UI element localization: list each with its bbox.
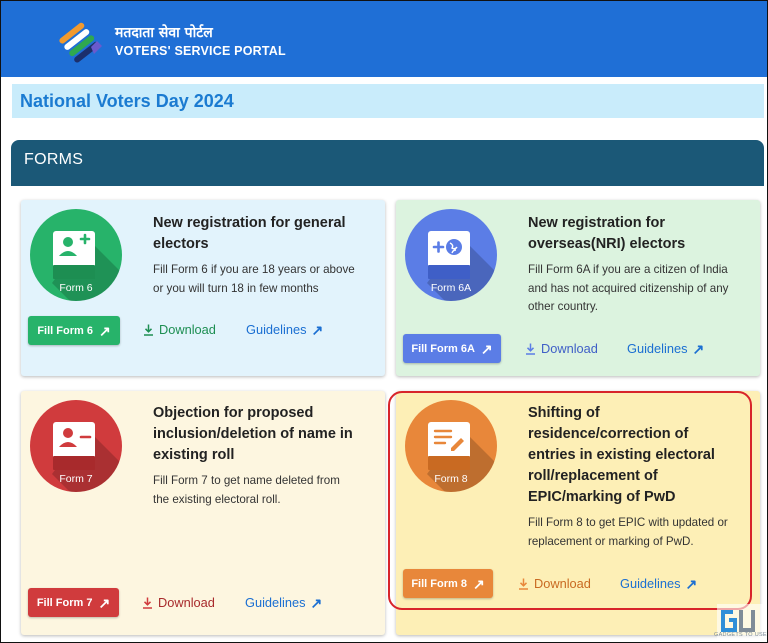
form-7-badge: Form 7 (30, 400, 122, 492)
fill-form-6-label: Fill Form 6 (37, 324, 93, 337)
form-6-badge-label: Form 6 (59, 282, 93, 294)
form-6-desc-line: or you will turn 18 in few months (153, 281, 319, 295)
guidelines-form-6-link[interactable]: Guidelines ↗ (246, 322, 323, 337)
form-6a-desc-line: other country. (528, 300, 599, 313)
announcement-banner: National Voters Day 2024 (12, 84, 764, 118)
form-card-6a: Form 6A New registration for overseas(NR… (396, 200, 760, 376)
brand-english: VOTERS' SERVICE PORTAL (115, 44, 286, 58)
form-7-title: Objection for proposed inclusion/deletio… (153, 403, 353, 466)
download-icon (526, 343, 535, 355)
form-6a-desc-line: Fill Form 6A if you are a citizen of Ind… (528, 263, 728, 276)
arrow-up-right-icon: ↗ (692, 340, 705, 357)
arrow-up-right-icon: ↗ (310, 594, 323, 611)
download-label: Download (159, 322, 216, 337)
guidelines-label: Guidelines (627, 341, 688, 356)
forms-section-title: FORMS (24, 151, 84, 168)
highlight-annotation (388, 391, 752, 610)
form-6a-desc-line: and has not acquired citizenship of any (528, 281, 729, 295)
arrow-up-right-icon: ↗ (311, 321, 324, 338)
download-label: Download (541, 341, 598, 356)
arrow-up-right-icon: ↗ (480, 340, 493, 357)
download-icon (144, 324, 153, 336)
download-form-6a-link[interactable]: Download (525, 341, 598, 356)
form-7-desc-line: the existing electoral roll. (153, 492, 281, 506)
form-6a-title-line: New registration for (528, 215, 665, 231)
form-card-6: Form 6 New registration for general elec… (21, 200, 385, 376)
form-6-title-line: electors (153, 236, 209, 252)
form-7-badge-label: Form 7 (59, 473, 93, 485)
form-7-title-line: existing roll (153, 447, 235, 463)
fill-form-7-button[interactable]: Fill Form 7 ↗ (28, 588, 119, 617)
form-7-title-line: Objection for proposed (153, 405, 314, 421)
fill-form-6a-label: Fill Form 6A (411, 342, 475, 355)
brand-hindi: मतदाता सेवा पोर्टल (115, 25, 213, 41)
form-6a-badge-label: Form 6A (430, 282, 472, 294)
download-label: Download (158, 595, 215, 610)
ballot-logo-icon[interactable] (57, 17, 105, 63)
watermark-text: GADGETS TO USE (714, 632, 767, 638)
form-7-description: Fill Form 7 to get name deleted from the… (153, 472, 340, 509)
form-6-title: New registration for general electors (153, 213, 346, 255)
download-form-6-link[interactable]: Download (143, 322, 216, 337)
form-6a-badge: Form 6A (405, 209, 497, 301)
download-form-7-link[interactable]: Download (142, 595, 215, 610)
form-6a-title-line: overseas(NRI) electors (528, 236, 686, 252)
fill-form-6-button[interactable]: Fill Form 6 ↗ (28, 316, 120, 345)
form-7-desc-line: Fill Form 7 to get name deleted from (153, 474, 340, 487)
guidelines-label: Guidelines (246, 322, 307, 337)
form-6a-description: Fill Form 6A if you are a citizen of Ind… (528, 261, 728, 317)
form-6-description: Fill Form 6 if you are 18 years or above… (153, 261, 355, 298)
guidelines-label: Guidelines (245, 595, 306, 610)
forms-section-header: FORMS (11, 140, 764, 186)
fill-form-7-label: Fill Form 7 (36, 596, 93, 609)
arrow-up-right-icon: ↗ (98, 322, 111, 339)
form-card-7: Form 7 Objection for proposed inclusion/… (21, 391, 385, 635)
arrow-up-right-icon: ↗ (98, 594, 111, 611)
form-6-badge: Form 6 (30, 209, 122, 301)
download-icon (143, 597, 152, 609)
banner-title[interactable]: National Voters Day 2024 (20, 91, 234, 112)
form-6a-title: New registration for overseas(NRI) elect… (528, 213, 685, 255)
form-7-title-line: inclusion/deletion of name in (153, 426, 353, 442)
guidelines-form-6a-link[interactable]: Guidelines ↗ (627, 341, 704, 356)
site-header: मतदाता सेवा पोर्टल VOTERS' SERVICE PORTA… (1, 1, 767, 77)
fill-form-6a-button[interactable]: Fill Form 6A ↗ (403, 334, 501, 363)
form-6-desc-line: Fill Form 6 if you are 18 years or above (153, 263, 355, 276)
guidelines-form-7-link[interactable]: Guidelines ↗ (245, 595, 322, 610)
form-6-title-line: New registration for general (153, 215, 346, 231)
